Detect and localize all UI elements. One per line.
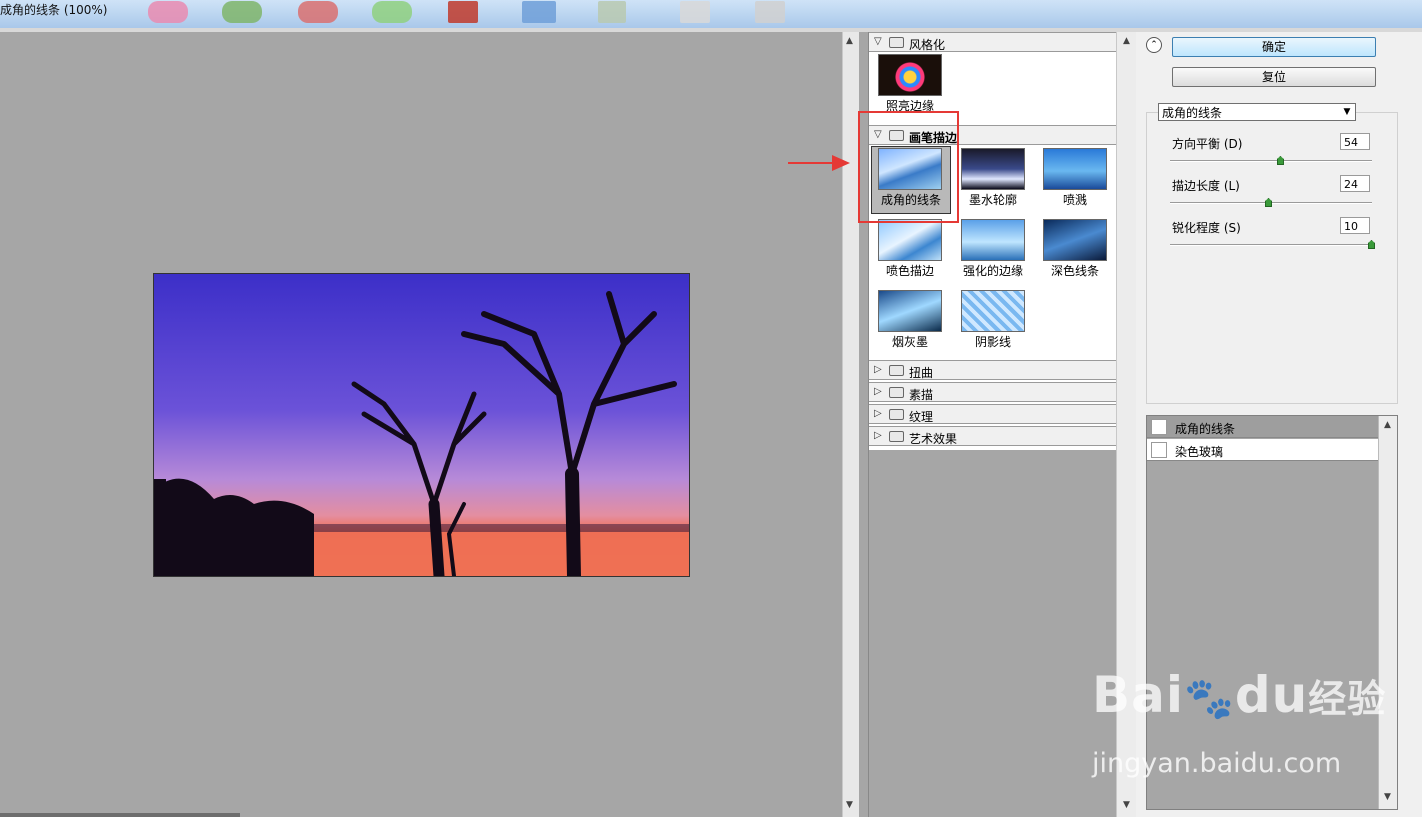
taskbar-app-icon[interactable]: [372, 1, 412, 23]
folder-icon: [889, 37, 904, 48]
folder-icon: [889, 431, 904, 442]
sunset-trees-image: [154, 274, 689, 576]
red-highlight-annotation: [858, 111, 959, 223]
bottom-status-strip: [0, 813, 240, 817]
taskbar-app-icon[interactable]: [755, 1, 785, 23]
category-header-artistic[interactable]: ▷ 艺术效果: [869, 426, 1117, 446]
scroll-up-icon[interactable]: ▲: [1123, 36, 1130, 46]
sharpness-slider[interactable]: [1170, 244, 1372, 246]
filter-thumb-accented-edges[interactable]: 强化的边缘: [952, 218, 1026, 284]
filter-thumb-dark-strokes[interactable]: 深色线条: [1034, 218, 1108, 284]
thumb-image: [878, 54, 942, 96]
red-arrow-annotation: [788, 155, 850, 171]
expanded-triangle-icon: ▽: [874, 36, 882, 47]
sharpness-input[interactable]: 10: [1340, 217, 1370, 234]
category-header-sketch[interactable]: ▷ 素描: [869, 382, 1117, 402]
category-header-distort[interactable]: ▷ 扭曲: [869, 360, 1117, 380]
collapsed-triangle-icon: ▷: [874, 364, 882, 375]
thumb-image: [878, 219, 942, 261]
taskbar-app-icon[interactable]: [598, 1, 626, 23]
gallery-scrollbar[interactable]: ▲ ▼: [1116, 32, 1137, 817]
category-header-stylize[interactable]: ▽ 风格化: [869, 32, 1117, 52]
thumb-image: [1043, 148, 1107, 190]
layer-visibility-checkbox[interactable]: [1151, 419, 1167, 435]
title-bar: 成角的线条 (100%): [0, 0, 1422, 29]
filter-thumb-crosshatch[interactable]: 阴影线: [952, 289, 1026, 355]
filter-select[interactable]: 成角的线条 ▼: [1158, 103, 1356, 121]
thumb-image: [961, 148, 1025, 190]
layers-scrollbar[interactable]: ▲ ▼: [1378, 416, 1397, 809]
scroll-down-icon[interactable]: ▼: [1384, 792, 1391, 802]
collapsed-triangle-icon: ▷: [874, 408, 882, 419]
param-label-sharpness: 锐化程度 (S): [1172, 221, 1241, 235]
taskbar-app-icon[interactable]: [522, 1, 556, 23]
taskbar-app-icon[interactable]: [222, 1, 262, 23]
direction-balance-slider[interactable]: [1170, 160, 1372, 162]
taskbar-app-icon[interactable]: [298, 1, 338, 23]
ok-button[interactable]: 确定: [1172, 37, 1376, 57]
effect-layer-row[interactable]: 成角的线条: [1147, 416, 1378, 438]
thumb-image: [961, 290, 1025, 332]
taskbar-app-icon[interactable]: [148, 1, 188, 23]
preview-scrollbar[interactable]: ▲ ▼: [842, 32, 859, 817]
direction-balance-input[interactable]: 54: [1340, 133, 1370, 150]
filter-thumb-sumi-e[interactable]: 烟灰墨: [869, 289, 943, 355]
collapsed-triangle-icon: ▷: [874, 386, 882, 397]
preview-image: [153, 273, 690, 577]
category-header-texture[interactable]: ▷ 纹理: [869, 404, 1117, 424]
window-title: 成角的线条 (100%): [0, 3, 108, 17]
effect-layer-row[interactable]: 染色玻璃: [1147, 439, 1378, 461]
taskbar-app-icon[interactable]: [448, 1, 478, 23]
scroll-up-icon[interactable]: ▲: [1384, 420, 1391, 430]
folder-icon: [889, 365, 904, 376]
scroll-down-icon[interactable]: ▼: [846, 800, 853, 810]
layer-visibility-checkbox[interactable]: [1151, 442, 1167, 458]
effect-layers-list: 成角的线条 染色玻璃 ▲ ▼: [1146, 415, 1398, 810]
settings-group: [1146, 112, 1398, 404]
reset-button[interactable]: 复位: [1172, 67, 1376, 87]
thumb-image: [961, 219, 1025, 261]
collapse-gallery-icon[interactable]: ⌃: [1146, 37, 1162, 53]
thumb-image: [878, 290, 942, 332]
chevron-down-icon: ▼: [1343, 107, 1351, 117]
param-label-stroke-length: 描边长度 (L): [1172, 179, 1240, 193]
scroll-down-icon[interactable]: ▼: [1123, 800, 1130, 810]
filter-thumb-spatter[interactable]: 喷溅: [1034, 147, 1108, 213]
stroke-length-input[interactable]: 24: [1340, 175, 1370, 192]
filter-thumb-glowing-edges[interactable]: 照亮边缘: [869, 53, 943, 119]
param-label-direction-balance: 方向平衡 (D): [1172, 137, 1243, 151]
filter-thumb-ink-outlines[interactable]: 墨水轮廓: [952, 147, 1026, 213]
filter-settings-panel: ⌃ 确定 复位 成角的线条 ▼ 方向平衡 (D) 54 描边长度 (L) 24 …: [1136, 32, 1422, 817]
scroll-up-icon[interactable]: ▲: [846, 36, 853, 46]
filter-thumb-sprayed-strokes[interactable]: 喷色描边: [869, 218, 943, 284]
collapsed-triangle-icon: ▷: [874, 430, 882, 441]
folder-icon: [889, 409, 904, 420]
thumb-image: [1043, 219, 1107, 261]
taskbar-app-icon[interactable]: [680, 1, 710, 23]
folder-icon: [889, 387, 904, 398]
